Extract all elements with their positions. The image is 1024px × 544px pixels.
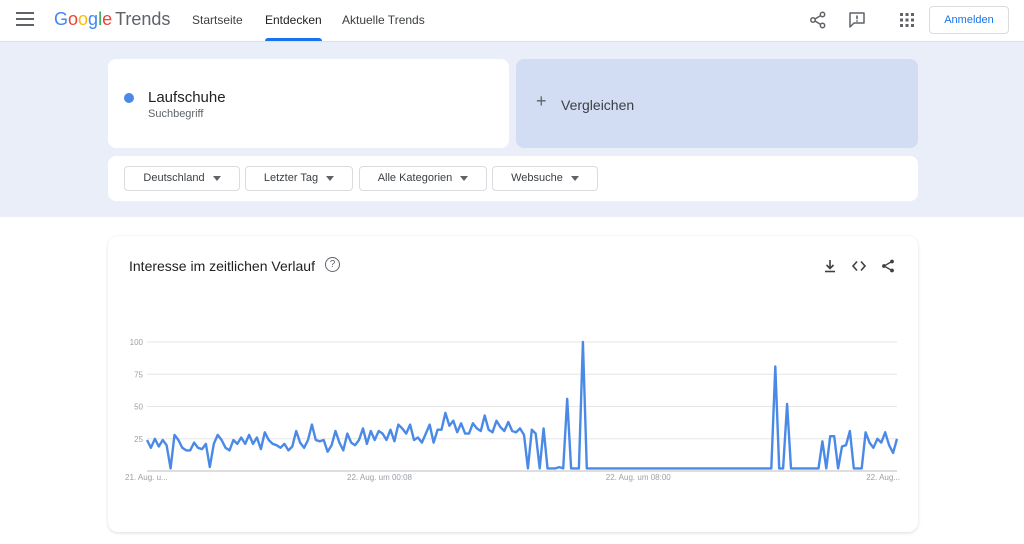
plus-icon: + — [536, 91, 547, 111]
dropdown-arrow-icon — [460, 175, 469, 181]
search-term-type: Suchbegriff — [148, 108, 204, 120]
dropdown-arrow-icon — [570, 175, 579, 181]
share-icon[interactable] — [808, 10, 828, 30]
search-term[interactable]: Laufschuhe — [148, 89, 226, 106]
search-term-card[interactable]: Laufschuhe Suchbegriff — [108, 59, 509, 148]
filter-region[interactable]: Deutschland — [124, 166, 240, 191]
term-color-dot — [124, 93, 134, 103]
x-tick-label: 22. Aug... — [866, 473, 900, 482]
interest-over-time-card: Interesse im zeitlichen Verlauf ? 25 50 75… — [108, 236, 918, 532]
y-tick-label: 75 — [134, 370, 143, 379]
filter-search-type[interactable]: Websuche — [492, 166, 598, 191]
y-tick-label: 100 — [130, 338, 144, 347]
chart-title: Interesse im zeitlichen Verlauf — [129, 258, 315, 274]
nav-tab-aktuelle-trends[interactable]: Aktuelle Trends — [342, 0, 425, 41]
menu-icon[interactable] — [16, 12, 34, 28]
help-icon[interactable]: ? — [325, 257, 340, 272]
dropdown-arrow-icon — [212, 175, 221, 181]
nav-tab-startseite[interactable]: Startseite — [192, 0, 243, 41]
compare-button[interactable]: + Vergleichen — [516, 59, 918, 148]
download-icon[interactable] — [822, 258, 838, 274]
compare-label: Vergleichen — [561, 97, 635, 113]
feedback-icon[interactable] — [847, 10, 867, 30]
interest-line-chart: 25 50 75 100 21. Aug. u... 22. Aug. um 00:08 2… — [125, 338, 900, 482]
x-tick-label: 21. Aug. u... — [125, 473, 168, 482]
filter-time-range[interactable]: Letzter Tag — [245, 166, 353, 191]
dropdown-arrow-icon — [326, 175, 335, 181]
filter-bar: Deutschland Letzter Tag Alle Kategorien … — [108, 156, 918, 201]
google-trends-logo[interactable]: Google Trends — [54, 9, 170, 30]
sign-in-button[interactable]: Anmelden — [929, 6, 1009, 34]
embed-icon[interactable] — [851, 258, 867, 274]
y-tick-label: 25 — [134, 435, 143, 444]
series-line — [145, 340, 899, 470]
top-app-bar: Google Trends Startseite Entdecken Aktuel… — [0, 0, 1024, 42]
share-icon[interactable] — [880, 258, 896, 274]
apps-icon[interactable] — [897, 10, 917, 30]
nav-tab-entdecken[interactable]: Entdecken — [265, 0, 322, 41]
logo-trends-text: Trends — [115, 9, 171, 29]
filter-category[interactable]: Alle Kategorien — [359, 166, 487, 191]
x-tick-label: 22. Aug. um 00:08 — [347, 473, 412, 482]
y-tick-label: 50 — [134, 403, 143, 412]
x-tick-label: 22. Aug. um 08:00 — [606, 473, 671, 482]
